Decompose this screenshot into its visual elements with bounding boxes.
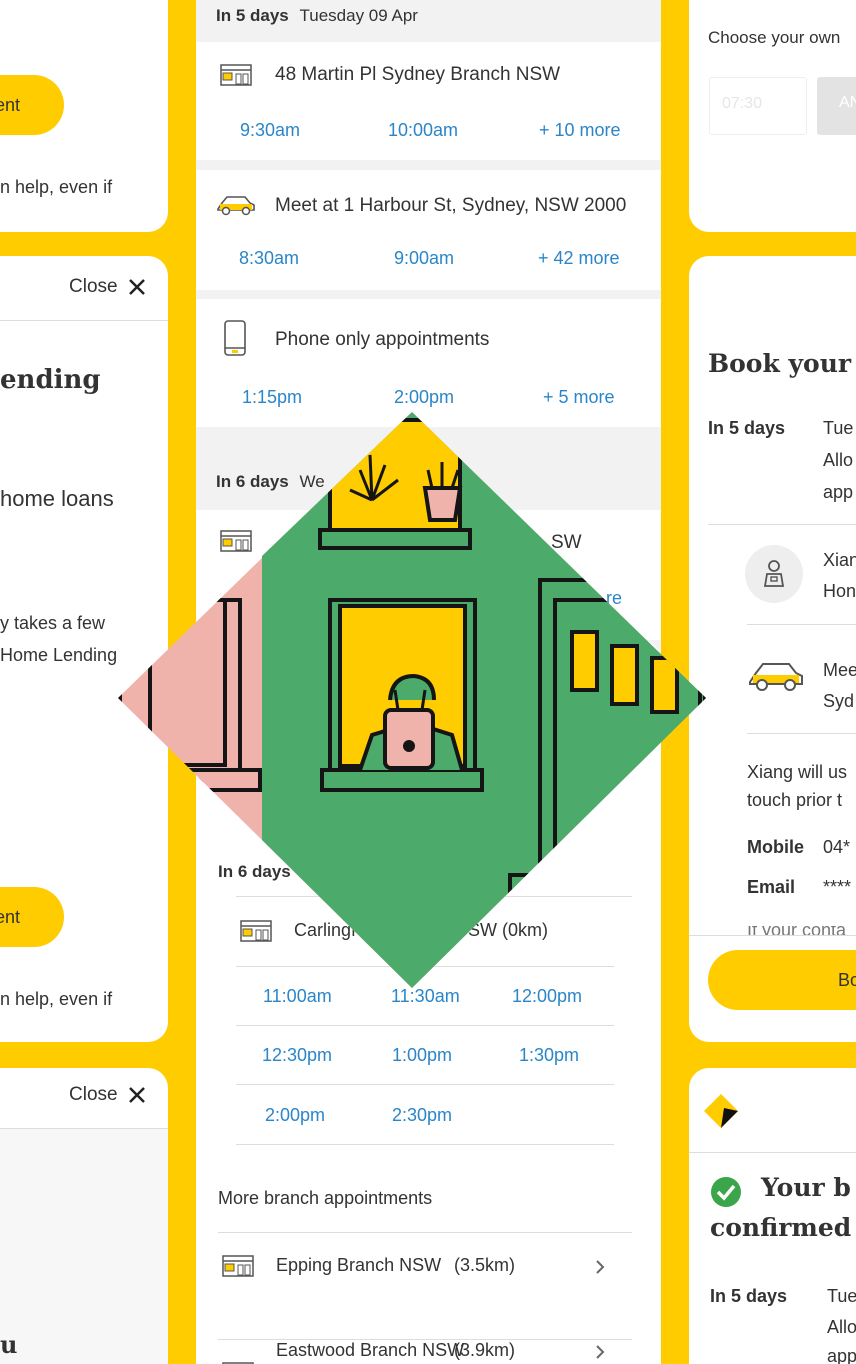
person-in-window-illustration — [118, 412, 706, 988]
